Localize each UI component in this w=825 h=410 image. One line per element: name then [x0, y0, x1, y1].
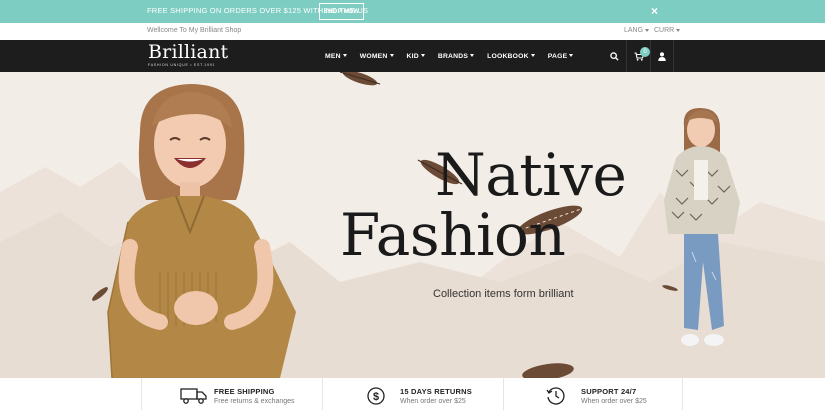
model-girl-left [107, 84, 296, 378]
nav-item-women[interactable]: WOMEN [360, 53, 394, 60]
main-nav: Brilliant FASHION UNIQUE • EST.1991 MEN … [0, 40, 825, 72]
menu: MEN WOMEN KID BRANDS LOOKBOOK PAGE [325, 40, 586, 72]
search-icon [609, 51, 619, 61]
chevron-down-icon [470, 54, 475, 58]
logo[interactable]: Brilliant FASHION UNIQUE • EST.1991 [148, 41, 229, 68]
nav-item-label: PAGE [547, 52, 568, 60]
promo-bar: FREE SHIPPING ON ORDERS OVER $125 WITHIN… [0, 0, 825, 23]
hero-title-line2: Fashion [340, 201, 566, 269]
feature-subtitle: When order over $25 [400, 398, 466, 405]
feature-free-shipping: FREE SHIPPING Free returns & exchanges [141, 378, 322, 410]
nav-item-label: MEN [325, 52, 341, 60]
nav-item-label: BRANDS [437, 52, 469, 60]
welcome-text: Wellcome To My Brilliant Shop [147, 27, 242, 34]
svg-text:$: $ [373, 391, 379, 403]
feature-subtitle: Free returns & exchanges [214, 398, 295, 405]
chevron-down-icon [530, 54, 535, 58]
language-label: LANG [624, 27, 644, 34]
cart-count-badge: 0 [640, 47, 650, 57]
nav-item-page[interactable]: PAGE [548, 53, 574, 60]
nav-item-men[interactable]: MEN [325, 53, 347, 60]
logo-name: Brilliant [148, 41, 229, 63]
chevron-down-icon [342, 54, 347, 58]
shop-now-button[interactable]: SHOP NOW [319, 3, 364, 20]
chevron-down-icon [645, 28, 650, 32]
account-button[interactable] [650, 40, 674, 72]
chevron-down-icon [389, 54, 394, 58]
nav-item-label: KID [406, 52, 419, 60]
logo-tagline: FASHION UNIQUE • EST.1991 [148, 63, 216, 67]
currency-select[interactable]: CURR [654, 27, 681, 34]
features-strip: FREE SHIPPING Free returns & exchanges $… [0, 378, 825, 410]
feature-title: 15 DAYS RETURNS [400, 387, 472, 396]
chevron-down-icon [420, 54, 425, 58]
feature-support: SUPPORT 24/7 When order over $25 [503, 378, 683, 410]
nav-item-lookbook[interactable]: LOOKBOOK [487, 53, 535, 60]
chevron-down-icon [676, 28, 681, 32]
feature-subtitle: When order over $25 [581, 398, 647, 405]
feature-returns: $ 15 DAYS RETURNS When order over $25 [322, 378, 503, 410]
feature-title: SUPPORT 24/7 [581, 387, 637, 396]
language-select[interactable]: LANG [624, 27, 650, 34]
nav-icons: 0 [602, 40, 674, 72]
user-icon [658, 51, 666, 61]
hero-title-line1: Native [435, 141, 627, 209]
nav-item-brands[interactable]: BRANDS [437, 52, 475, 60]
chevron-down-icon [569, 54, 574, 58]
search-button[interactable] [602, 40, 626, 72]
dollar-icon: $ [367, 387, 385, 405]
cart-button[interactable]: 0 [626, 40, 650, 72]
utility-bar: Wellcome To My Brilliant Shop LANG CURR [0, 23, 825, 40]
close-icon[interactable]: × [651, 4, 658, 18]
feature-title: FREE SHIPPING [214, 387, 275, 396]
currency-label: CURR [654, 27, 675, 34]
clock-icon [546, 387, 565, 405]
hero-banner: Native Fashion Collection items form bri… [0, 72, 825, 378]
truck-icon [180, 388, 207, 404]
nav-item-label: LOOKBOOK [487, 52, 529, 60]
nav-item-kid[interactable]: KID [407, 53, 425, 60]
nav-item-label: WOMEN [359, 52, 388, 60]
hero-subtitle: Collection items form brilliant [433, 288, 574, 300]
